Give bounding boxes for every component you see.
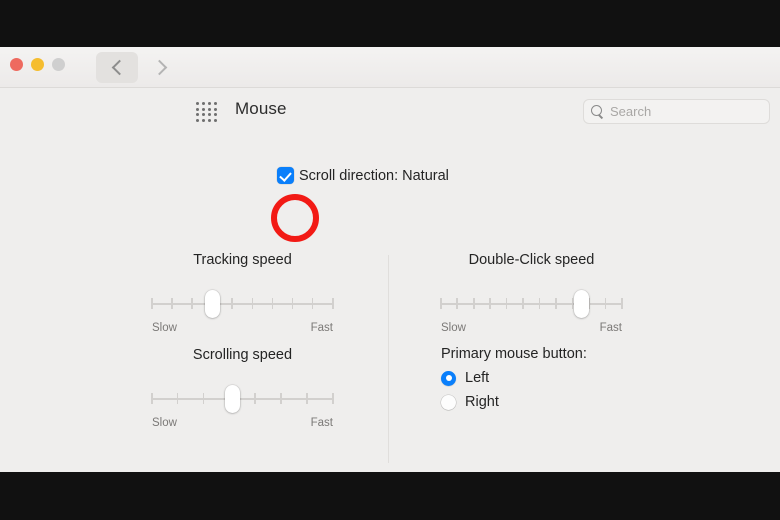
- double-click-speed-slider[interactable]: [440, 290, 623, 320]
- slider-high-label: Fast: [310, 417, 333, 429]
- radio-left[interactable]: [441, 370, 456, 386]
- minimize-button[interactable]: [31, 58, 44, 71]
- scroll-direction-row[interactable]: Scroll direction: Natural: [277, 167, 449, 184]
- mouse-preferences-window: Mouse Search Scroll direction: Natural T…: [0, 47, 780, 472]
- tracking-speed-slider[interactable]: [151, 290, 334, 320]
- radio-option-left[interactable]: Left: [441, 370, 587, 386]
- scrolling-speed-endlabels: Slow Fast: [151, 417, 334, 433]
- annotation-ring-highlight: [271, 194, 319, 242]
- slider-high-label: Fast: [310, 322, 333, 334]
- slider-low-label: Slow: [441, 322, 466, 334]
- letterbox-bottom: [0, 472, 780, 520]
- radio-right-label: Right: [465, 394, 499, 410]
- tracking-speed-section: Tracking speed Slow Fast: [151, 252, 334, 338]
- tracking-speed-title: Tracking speed: [193, 252, 292, 268]
- letterbox-top: [0, 0, 780, 47]
- chevron-right-icon: [154, 59, 165, 77]
- window-titlebar: Mouse Search: [0, 47, 780, 124]
- radio-right[interactable]: [441, 394, 456, 410]
- forward-button[interactable]: [138, 52, 180, 83]
- column-divider: [388, 255, 389, 463]
- close-button[interactable]: [10, 58, 23, 71]
- slider-ticks: [151, 298, 334, 310]
- slider-high-label: Fast: [599, 322, 622, 334]
- scrolling-speed-section: Scrolling speed Slow Fast: [151, 347, 334, 433]
- slider-low-label: Slow: [152, 322, 177, 334]
- slider-knob[interactable]: [574, 290, 590, 318]
- slider-ticks: [440, 298, 623, 310]
- radio-option-right[interactable]: Right: [441, 394, 587, 410]
- navigation-buttons: [96, 52, 180, 83]
- double-click-speed-section: Double-Click speed Slow Fast: [440, 252, 623, 338]
- screenshot-root: Mouse Search Scroll direction: Natural T…: [0, 0, 780, 520]
- scrolling-speed-slider[interactable]: [151, 385, 334, 415]
- scrolling-speed-title: Scrolling speed: [192, 347, 293, 363]
- double-click-speed-endlabels: Slow Fast: [440, 322, 623, 338]
- primary-mouse-button-section: Primary mouse button: Left Right: [441, 346, 587, 410]
- maximize-button[interactable]: [52, 58, 65, 71]
- back-button[interactable]: [96, 52, 138, 83]
- primary-mouse-button-header: Primary mouse button:: [441, 346, 587, 362]
- double-click-speed-title: Double-Click speed: [468, 252, 595, 268]
- scroll-direction-checkbox[interactable]: [277, 167, 294, 184]
- radio-left-label: Left: [465, 370, 490, 386]
- slider-ticks: [151, 393, 334, 405]
- tracking-speed-endlabels: Slow Fast: [151, 322, 334, 338]
- scroll-direction-label: Scroll direction: Natural: [299, 167, 449, 184]
- chevron-left-icon: [112, 59, 123, 77]
- slider-knob[interactable]: [204, 290, 220, 318]
- preferences-content: Scroll direction: Natural Tracking speed…: [0, 88, 780, 472]
- slider-low-label: Slow: [152, 417, 177, 429]
- traffic-lights: [10, 58, 65, 71]
- slider-knob[interactable]: [224, 385, 240, 413]
